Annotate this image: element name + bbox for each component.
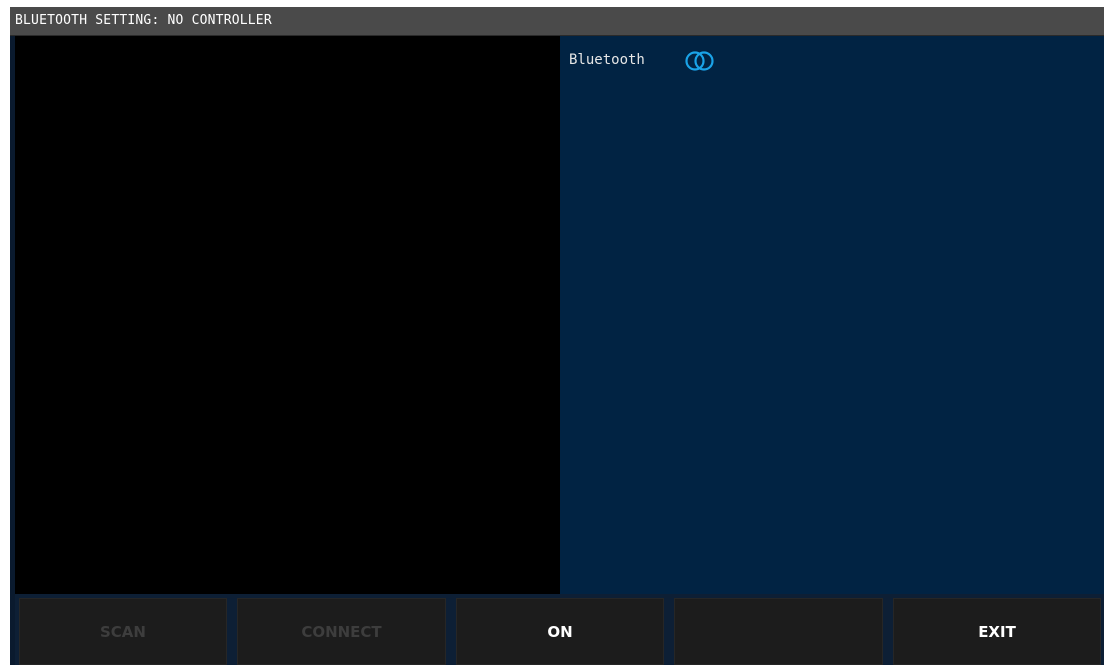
action-bar: SCAN CONNECT ON EXIT: [15, 594, 1104, 665]
bluetooth-label: Bluetooth: [569, 52, 645, 68]
blank-button[interactable]: [674, 598, 883, 665]
scan-button[interactable]: SCAN: [19, 598, 227, 665]
window-title: BLUETOOTH SETTING: NO CONTROLLER: [15, 13, 272, 28]
bluetooth-setting-window: BLUETOOTH SETTING: NO CONTROLLER Bluetoo…: [10, 7, 1104, 665]
exit-button[interactable]: EXIT: [893, 598, 1101, 665]
on-button[interactable]: ON: [456, 598, 664, 665]
settings-pane: Bluetooth: [560, 36, 1104, 594]
toggle-icon: [685, 51, 714, 71]
device-list-pane[interactable]: [15, 36, 560, 594]
title-bar: BLUETOOTH SETTING: NO CONTROLLER: [10, 7, 1104, 36]
bluetooth-toggle[interactable]: [684, 50, 724, 72]
connect-button[interactable]: CONNECT: [237, 598, 446, 665]
